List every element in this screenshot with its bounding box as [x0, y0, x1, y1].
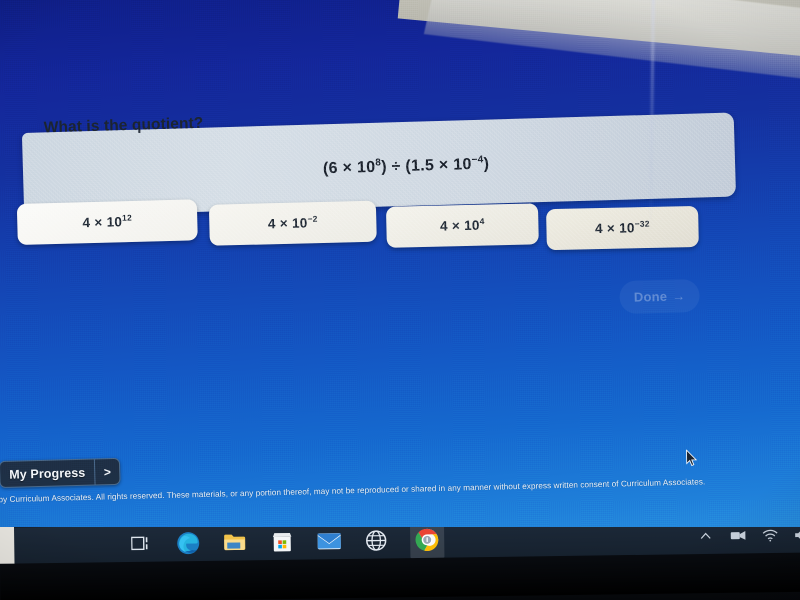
- volume-icon[interactable]: [793, 527, 800, 543]
- screen-surface: What is the quotient? (6 × 108) ÷ (1.5 ×…: [0, 0, 800, 551]
- done-button[interactable]: Done →: [619, 278, 700, 315]
- answer-choice-4-text: 4 × 10−32: [594, 218, 650, 237]
- chevron-right-icon: >: [94, 458, 120, 485]
- question-prompt: What is the quotient?: [43, 114, 204, 137]
- answer-choice-4[interactable]: 4 × 10−32: [546, 205, 699, 251]
- network-adapter-icon[interactable]: [729, 527, 746, 544]
- file-explorer-icon[interactable]: [222, 529, 248, 555]
- microsoft-edge-icon[interactable]: [175, 530, 201, 556]
- laptop-screen-photo: What is the quotient? (6 × 108) ÷ (1.5 ×…: [0, 0, 800, 600]
- taskbar-left-edge: [0, 527, 15, 564]
- expression-left-base: (6 × 10: [322, 158, 376, 178]
- answer-choice-2-text: 4 × 10−2: [267, 213, 318, 232]
- taskbar-icon-group: [128, 527, 445, 562]
- google-chrome-icon[interactable]: [409, 527, 445, 559]
- microsoft-store-icon[interactable]: [269, 529, 295, 555]
- expression-close-paren: ): [483, 155, 490, 173]
- expression-right-exponent: −4: [471, 154, 484, 166]
- expression-operator: ) ÷ (1.5 × 10: [380, 156, 472, 176]
- show-hidden-icons-chevron-icon[interactable]: [697, 527, 714, 544]
- task-view-icon[interactable]: [128, 531, 154, 557]
- screen-glare-secondary: [423, 0, 800, 84]
- globe-browser-icon[interactable]: [363, 527, 389, 553]
- done-button-label: Done: [633, 288, 668, 305]
- screen-glare-reflection: [397, 0, 800, 84]
- answer-choice-2[interactable]: 4 × 10−2: [208, 200, 377, 246]
- windows-taskbar: [0, 527, 800, 600]
- answer-choice-1-text: 4 × 1012: [82, 212, 133, 231]
- mouse-cursor: [685, 448, 698, 467]
- answer-choice-3-text: 4 × 104: [439, 216, 485, 234]
- arrow-right-icon: →: [671, 288, 686, 304]
- my-progress-label: My Progress: [9, 465, 86, 482]
- math-expression: (6 × 108) ÷ (1.5 × 10−4): [322, 154, 490, 179]
- answer-choice-3[interactable]: 4 × 104: [385, 203, 539, 248]
- system-tray: [697, 527, 800, 554]
- answer-choice-1[interactable]: 4 × 1012: [16, 199, 198, 246]
- mail-icon[interactable]: [316, 528, 342, 554]
- wifi-icon[interactable]: [761, 527, 778, 544]
- my-progress-button[interactable]: My Progress >: [0, 457, 121, 489]
